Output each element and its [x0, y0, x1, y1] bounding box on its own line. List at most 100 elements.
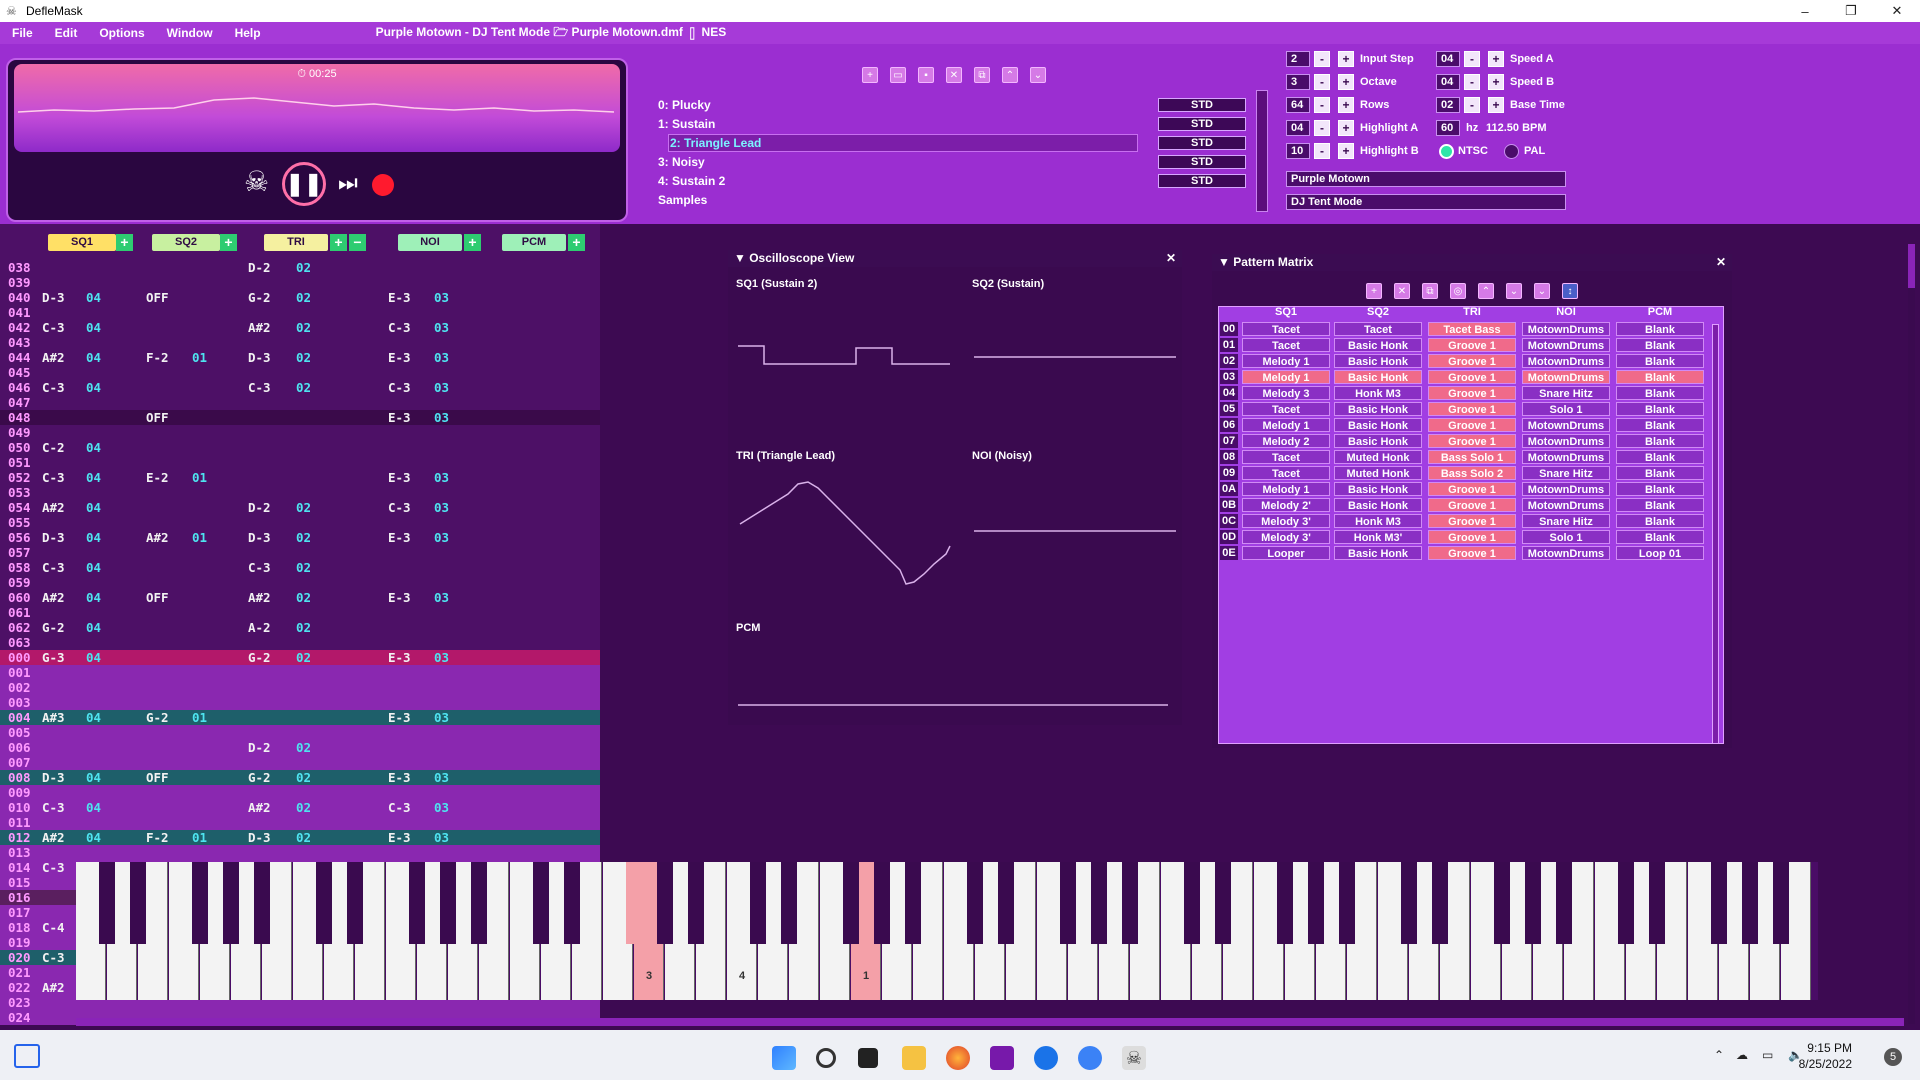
instrument-noi[interactable]: 03 — [434, 710, 449, 725]
tracker-row[interactable]: 051 — [0, 455, 600, 470]
input-step-minus[interactable]: - — [1314, 51, 1330, 67]
note-sq1[interactable]: G-3 — [42, 650, 65, 665]
instrument-sq1[interactable]: 04 — [86, 350, 101, 365]
matrix-cell[interactable]: Blank — [1616, 482, 1704, 496]
base-time-value[interactable]: 02 — [1436, 97, 1460, 113]
matrix-row[interactable]: 05 Tacet Basic Honk Groove 1 Solo 1 Blank — [1220, 402, 1704, 417]
tracker-row[interactable]: 060 A#2 04 OFF A#2 02 E-3 03 — [0, 590, 600, 605]
instrument-sq2[interactable]: 01 — [192, 470, 207, 485]
add-effect-tri-icon[interactable]: + — [330, 234, 347, 251]
tracker-row[interactable]: 002 — [0, 680, 600, 695]
instrument-noi[interactable]: 03 — [434, 500, 449, 515]
instrument-tri[interactable]: 02 — [296, 380, 311, 395]
channel-header-pcm[interactable]: PCM — [502, 234, 566, 251]
piano-black-key[interactable] — [1401, 862, 1417, 944]
matrix-cell[interactable]: Solo 1 — [1522, 530, 1610, 544]
matrix-row[interactable]: 07 Melody 2 Basic Honk Groove 1 MotownDrums B… — [1220, 434, 1704, 449]
matrix-cell[interactable]: Groove 1 — [1428, 370, 1516, 384]
piano-black-key[interactable] — [905, 862, 921, 944]
piano-black-key[interactable] — [750, 862, 766, 944]
instrument-noi[interactable]: 03 — [434, 650, 449, 665]
note-noi[interactable]: E-3 — [388, 290, 411, 305]
instrument-tri[interactable]: 02 — [296, 740, 311, 755]
note-sq2[interactable]: F-2 — [146, 350, 169, 365]
matrix-cell[interactable]: Snare Hitz — [1522, 466, 1610, 480]
note-sq1[interactable]: D-3 — [42, 530, 65, 545]
matrix-cell[interactable]: Basic Honk — [1334, 482, 1422, 496]
note-sq1[interactable]: C-3 — [42, 320, 65, 335]
piano-black-key[interactable] — [1525, 862, 1541, 944]
channel-header-tri[interactable]: TRI — [264, 234, 328, 251]
tracker-row[interactable]: 062 G-2 04 A-2 02 — [0, 620, 600, 635]
matrix-cell[interactable]: Basic Honk — [1334, 434, 1422, 448]
tracker-row[interactable]: 040 D-3 04 OFF G-2 02 E-3 03 — [0, 290, 600, 305]
tracker-row[interactable]: 059 — [0, 575, 600, 590]
matrix-row[interactable]: 08 Tacet Muted Honk Bass Solo 1 MotownDrums B… — [1220, 450, 1704, 465]
piano-black-key[interactable] — [1060, 862, 1076, 944]
samples-label[interactable]: Samples — [658, 193, 707, 207]
note-noi[interactable]: C-3 — [388, 380, 411, 395]
vertical-scrollbar[interactable] — [1908, 244, 1915, 1024]
note-sq2[interactable]: OFF — [146, 770, 169, 785]
matrix-row[interactable]: 0A Melody 1 Basic Honk Groove 1 MotownDrums B… — [1220, 482, 1704, 497]
matrix-cell[interactable]: Groove 1 — [1428, 482, 1516, 496]
piano-black-key[interactable] — [1742, 862, 1758, 944]
note-noi[interactable]: E-3 — [388, 650, 411, 665]
speed-b-value[interactable]: 04 — [1436, 74, 1460, 90]
note-sq1[interactable]: G-2 — [42, 620, 65, 635]
octave-value[interactable]: 3 — [1286, 74, 1310, 90]
matrix-cell[interactable]: Looper — [1242, 546, 1330, 560]
note-sq1[interactable]: C-3 — [42, 800, 65, 815]
matrix-cell[interactable]: Solo 1 — [1522, 402, 1610, 416]
pattern-matrix-scrollbar[interactable] — [1712, 324, 1719, 744]
matrix-cell[interactable]: Melody 2' — [1242, 498, 1330, 512]
add-instrument-icon[interactable]: + — [862, 67, 878, 83]
matrix-cell[interactable]: MotownDrums — [1522, 370, 1610, 384]
instrument-tri[interactable]: 02 — [296, 590, 311, 605]
note-tri[interactable]: A#2 — [248, 320, 271, 335]
note-tri[interactable]: G-2 — [248, 770, 271, 785]
note-noi[interactable]: C-3 — [388, 320, 411, 335]
piano-black-key[interactable] — [657, 862, 673, 944]
piano-black-key[interactable] — [409, 862, 425, 944]
add-effect-noi-icon[interactable]: + — [464, 234, 481, 251]
matrix-cell[interactable]: Basic Honk — [1334, 498, 1422, 512]
instrument-scrollbar[interactable] — [1256, 90, 1268, 212]
tracker-row[interactable]: 039 — [0, 275, 600, 290]
instrument-item[interactable]: 3: Noisy — [658, 155, 705, 169]
instrument-noi[interactable]: 03 — [434, 800, 449, 815]
tracker-row[interactable]: 003 — [0, 695, 600, 710]
rows-value[interactable]: 64 — [1286, 97, 1310, 113]
highlight-a-plus[interactable]: + — [1338, 120, 1354, 136]
matrix-cell[interactable]: MotownDrums — [1522, 434, 1610, 448]
channel-header-sq1[interactable]: SQ1 — [48, 234, 116, 251]
matrix-cell[interactable]: Basic Honk — [1334, 370, 1422, 384]
instrument-noi[interactable]: 03 — [434, 770, 449, 785]
piano-black-key[interactable] — [564, 862, 580, 944]
matrix-cell[interactable]: Melody 1 — [1242, 418, 1330, 432]
instrument-tri[interactable]: 02 — [296, 620, 311, 635]
matrix-cell[interactable]: Blank — [1616, 322, 1704, 336]
matrix-cell[interactable]: Groove 1 — [1428, 386, 1516, 400]
onenote-icon[interactable] — [990, 1046, 1014, 1070]
move-up-icon[interactable]: ⌃ — [1002, 67, 1018, 83]
instrument-sq2[interactable]: 01 — [192, 830, 207, 845]
tracker-row[interactable]: 056 D-3 04 A#2 01 D-3 02 E-3 03 — [0, 530, 600, 545]
matrix-cell[interactable]: Melody 3' — [1242, 514, 1330, 528]
instrument-tri[interactable]: 02 — [296, 650, 311, 665]
instrument-mode[interactable]: STD — [1158, 174, 1246, 188]
instrument-noi[interactable]: 03 — [434, 380, 449, 395]
tracker-row[interactable]: 013 — [0, 845, 600, 860]
tracker-row[interactable]: 043 — [0, 335, 600, 350]
matrix-cell[interactable]: Basic Honk — [1334, 338, 1422, 352]
instrument-tri[interactable]: 02 — [296, 290, 311, 305]
note-sq2[interactable]: OFF — [146, 290, 169, 305]
instrument-sq1[interactable]: 04 — [86, 320, 101, 335]
close-window-button[interactable]: ✕ — [1874, 0, 1920, 22]
delete-instrument-icon[interactable]: ✕ — [946, 67, 962, 83]
matrix-cell[interactable]: Groove 1 — [1428, 354, 1516, 368]
note-tri[interactable]: D-3 — [248, 530, 271, 545]
search-icon[interactable] — [816, 1048, 836, 1068]
matrix-cell[interactable]: Blank — [1616, 450, 1704, 464]
add-effect-sq2-icon[interactable]: + — [220, 234, 237, 251]
